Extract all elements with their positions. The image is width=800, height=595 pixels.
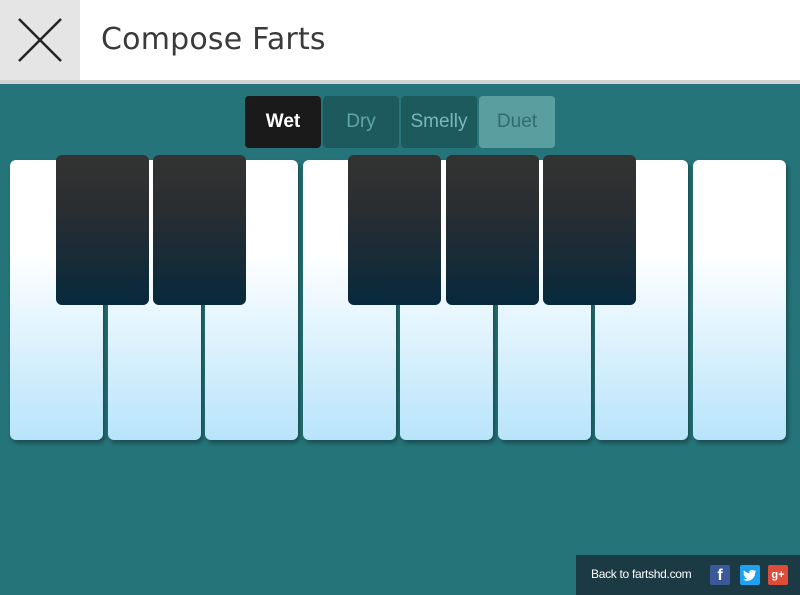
- black-key-5[interactable]: [543, 155, 636, 305]
- close-button[interactable]: [0, 0, 80, 80]
- back-link[interactable]: Back to fartshd.com: [591, 567, 692, 581]
- twitter-icon[interactable]: [740, 565, 760, 585]
- black-key-3[interactable]: [348, 155, 441, 305]
- header-bar: Compose Farts: [0, 0, 800, 80]
- tab-smelly[interactable]: Smelly: [401, 96, 477, 148]
- footer-bar: Back to fartshd.com f g+: [576, 555, 800, 595]
- header-divider: [0, 80, 800, 84]
- facebook-icon[interactable]: f: [710, 565, 730, 585]
- page-title: Compose Farts: [101, 22, 326, 57]
- tab-dry[interactable]: Dry: [323, 96, 399, 148]
- tab-wet[interactable]: Wet: [245, 96, 321, 148]
- black-key-1[interactable]: [56, 155, 149, 305]
- tab-duet[interactable]: Duet: [479, 96, 555, 148]
- google-plus-icon[interactable]: g+: [768, 565, 788, 585]
- black-key-2[interactable]: [153, 155, 246, 305]
- white-key-8[interactable]: [693, 160, 786, 440]
- black-key-4[interactable]: [446, 155, 539, 305]
- close-icon: [18, 18, 62, 62]
